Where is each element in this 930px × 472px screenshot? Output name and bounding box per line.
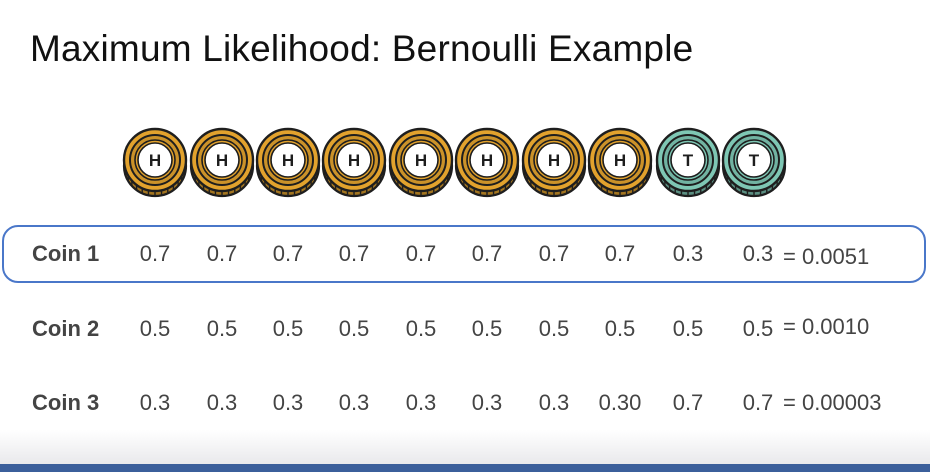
probability-value: 0.3 [206,390,238,415]
probability-value: 0.5 [405,316,437,341]
svg-text:H: H [149,151,161,170]
probability-value: 0.5 [742,316,774,341]
bottom-shadow [0,430,930,464]
coin-heads-icon: H [317,126,391,200]
probability-value: 0.5 [604,316,636,341]
probability-value: 0.30 [598,390,642,415]
probability-value: 0.5 [672,316,704,341]
probability-value: 0.7 [604,241,636,266]
svg-text:H: H [348,151,360,170]
probability-value: 0.3 [672,241,704,266]
probability-value: 0.3 [272,390,304,415]
svg-text:T: T [683,151,694,170]
likelihood-result: = 0.0010 [783,314,870,339]
probability-value: 0.7 [206,241,238,266]
coin-heads-icon: H [450,126,524,200]
probability-value: 0.3 [338,390,370,415]
coin-heads-icon: H [583,126,657,200]
bottom-bar [0,464,930,472]
probability-value: 0.3 [538,390,570,415]
svg-text:H: H [614,151,626,170]
likelihood-result: = 0.00003 [783,390,882,415]
probability-value: 0.3 [742,241,774,266]
probability-value: 0.5 [538,316,570,341]
probability-value: 0.3 [139,390,171,415]
probability-value: 0.7 [672,390,704,415]
row-label: Coin 3 [32,390,100,415]
coin-heads-icon: H [185,126,259,200]
coin-heads-icon: H [517,126,591,200]
coin-tails-icon: T [717,126,791,200]
svg-text:H: H [415,151,427,170]
probability-value: 0.7 [742,390,774,415]
probability-value: 0.7 [139,241,171,266]
probability-value: 0.7 [471,241,503,266]
probability-value: 0.7 [538,241,570,266]
coin-tails-icon: T [651,126,725,200]
coin-sequence: HHHHHHHHTT [0,0,930,220]
probability-value: 0.3 [405,390,437,415]
coin-heads-icon: H [118,126,192,200]
probability-value: 0.7 [405,241,437,266]
svg-text:H: H [282,151,294,170]
probability-value: 0.7 [338,241,370,266]
row-label: Coin 1 [32,241,100,266]
probability-value: 0.5 [272,316,304,341]
probability-value: 0.5 [139,316,171,341]
coin-heads-icon: H [251,126,325,200]
probability-value: 0.5 [206,316,238,341]
row-label: Coin 2 [32,316,100,341]
svg-text:H: H [548,151,560,170]
probability-value: 0.3 [471,390,503,415]
svg-text:T: T [749,151,760,170]
probability-value: 0.5 [338,316,370,341]
probability-value: 0.7 [272,241,304,266]
svg-text:H: H [481,151,493,170]
probability-value: 0.5 [471,316,503,341]
likelihood-result: = 0.0051 [783,244,870,269]
coin-heads-icon: H [384,126,458,200]
svg-text:H: H [216,151,228,170]
